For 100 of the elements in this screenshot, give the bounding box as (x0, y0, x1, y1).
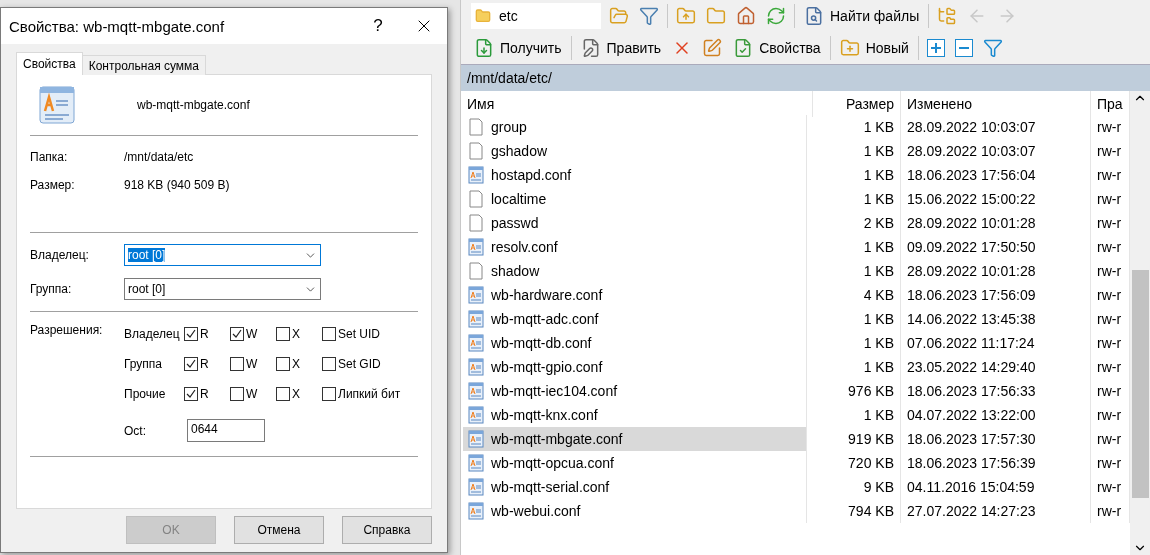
file-name-cell[interactable]: wb-mqtt-iec104.conf (463, 379, 807, 403)
file-name-cell[interactable]: hostapd.conf (463, 163, 807, 187)
permission-checkbox[interactable]: Set UID (322, 327, 418, 341)
boxed-plus-icon (926, 39, 945, 57)
file-name-cell[interactable]: wb-mqtt-opcua.conf (463, 451, 807, 475)
file-name-cell[interactable]: group (463, 115, 807, 139)
file-name-cell[interactable]: wb-mqtt-mbgate.conf (463, 427, 807, 451)
text-file-icon (467, 454, 485, 472)
blank-file-icon (467, 142, 485, 160)
properties-button[interactable]: Свойства (730, 34, 824, 62)
refresh-icon (766, 6, 786, 26)
permission-checkbox[interactable]: Липкий бит (322, 387, 418, 401)
table-cell: 2 KB (813, 211, 901, 235)
text-file-icon (467, 382, 485, 400)
table-cell: 1 KB (813, 355, 901, 379)
blank-file-icon (467, 214, 485, 232)
file-name-cell[interactable]: wb-mqtt-adc.conf (463, 307, 807, 331)
blank-file-icon (467, 190, 485, 208)
table-cell: 28.09.2022 10:03:07 (901, 115, 1091, 139)
dropdown[interactable]: root [0] (124, 244, 321, 266)
permission-checkbox[interactable]: Set GID (322, 357, 418, 371)
text-file-icon (467, 406, 485, 424)
permission-checkbox[interactable]: W (230, 357, 276, 371)
dialog-button[interactable]: Справка (342, 516, 432, 544)
rename-icon (702, 38, 723, 58)
permissions-label: Разрешения: (30, 323, 104, 339)
file-name-cell[interactable]: resolv.conf (463, 235, 807, 259)
table-cell: 4 KB (813, 283, 901, 307)
table-cell: 28.09.2022 10:01:28 (901, 211, 1091, 235)
file-name-cell[interactable]: wb-hardware.conf (463, 283, 807, 307)
file-name-cell[interactable]: wb-webui.conf (463, 499, 807, 523)
text-file-icon (467, 430, 485, 448)
location-dropdown[interactable]: etc (471, 3, 601, 29)
select-button[interactable] (924, 37, 947, 59)
table-cell: 1 KB (813, 163, 901, 187)
file-name-cell[interactable]: wb-mqtt-serial.conf (463, 475, 807, 499)
table-cell: 27.07.2022 14:27:23 (901, 499, 1091, 523)
info-value: /mnt/data/etc (124, 150, 195, 164)
table-cell: 1 KB (813, 331, 901, 355)
text-file-icon (467, 358, 485, 376)
table-cell: 04.07.2022 13:22:00 (901, 403, 1091, 427)
folder-tree-icon (937, 6, 958, 26)
download-button[interactable]: Получить (471, 34, 565, 62)
table-cell: 9 KB (813, 475, 901, 499)
text-file-icon (467, 238, 485, 256)
check-icon (186, 389, 196, 399)
table-cell: 794 KB (813, 499, 901, 523)
permission-checkbox[interactable]: W (230, 387, 276, 401)
permission-group-label: Прочие (124, 387, 167, 401)
column-header[interactable]: Имя (461, 91, 813, 117)
file-name-cell[interactable]: wb-mqtt-db.conf (463, 331, 807, 355)
permission-checkbox[interactable]: R (184, 357, 230, 371)
scrollbar-thumb[interactable] (1131, 270, 1149, 498)
table-cell: 1 KB (813, 403, 901, 427)
table-cell: 1 KB (813, 115, 901, 139)
file-name-cell[interactable]: localtime (463, 187, 807, 211)
table-cell: 1 KB (813, 187, 901, 211)
file-name-cell[interactable]: shadow (463, 259, 807, 283)
folder-icon (706, 6, 726, 26)
permission-checkbox[interactable]: X (276, 357, 322, 371)
edit-button[interactable]: Править (577, 34, 665, 62)
dropdown[interactable]: root [0] (124, 278, 321, 300)
blank-file-icon (467, 262, 485, 280)
find-files-button[interactable]: Найти файлы (801, 2, 923, 30)
permission-checkbox[interactable]: R (184, 387, 230, 401)
column-header[interactable]: Размер (813, 91, 901, 117)
check-icon (186, 359, 196, 369)
text-file-icon (467, 478, 485, 496)
text-file-icon (467, 166, 485, 184)
permission-checkbox[interactable]: W (230, 327, 276, 341)
boxed-minus-icon (954, 39, 973, 57)
folder-plus-icon (839, 38, 860, 58)
tab[interactable]: Свойства (16, 52, 83, 75)
permission-checkbox[interactable]: X (276, 387, 322, 401)
file-name-cell[interactable]: wb-mqtt-gpio.conf (463, 355, 807, 379)
tab[interactable]: Контрольная сумма (81, 55, 206, 75)
scrollbar[interactable] (1130, 91, 1150, 555)
permission-checkbox[interactable]: X (276, 327, 322, 341)
table-cell: 1 KB (813, 139, 901, 163)
octal-input[interactable]: 0644 (187, 419, 265, 442)
octal-label: Oct: (124, 423, 147, 438)
path-bar: /mnt/data/etc/ (461, 64, 1150, 91)
deselect-button[interactable] (952, 37, 975, 59)
new-button[interactable]: Новый (836, 34, 912, 62)
table-cell: 14.06.2022 13:45:38 (901, 307, 1091, 331)
column-header[interactable]: Изменено (901, 91, 1091, 117)
file-name-cell[interactable]: passwd (463, 211, 807, 235)
table-cell: 18.06.2023 17:56:33 (901, 379, 1091, 403)
text-file-icon (467, 502, 485, 520)
table-cell: 15.06.2022 15:00:22 (901, 187, 1091, 211)
dialog-button[interactable]: Отмена (234, 516, 324, 544)
filter-icon (982, 38, 1003, 58)
permission-group-label: Владелец (124, 327, 181, 341)
file-name-cell[interactable]: gshadow (463, 139, 807, 163)
table-cell: 976 KB (813, 379, 901, 403)
table-cell: 1 KB (813, 307, 901, 331)
permission-checkbox[interactable]: R (184, 327, 230, 341)
table-cell: 919 KB (813, 427, 901, 451)
table-cell: 07.06.2022 11:17:24 (901, 331, 1091, 355)
table-cell: 18.06.2023 17:56:04 (901, 163, 1091, 187)
